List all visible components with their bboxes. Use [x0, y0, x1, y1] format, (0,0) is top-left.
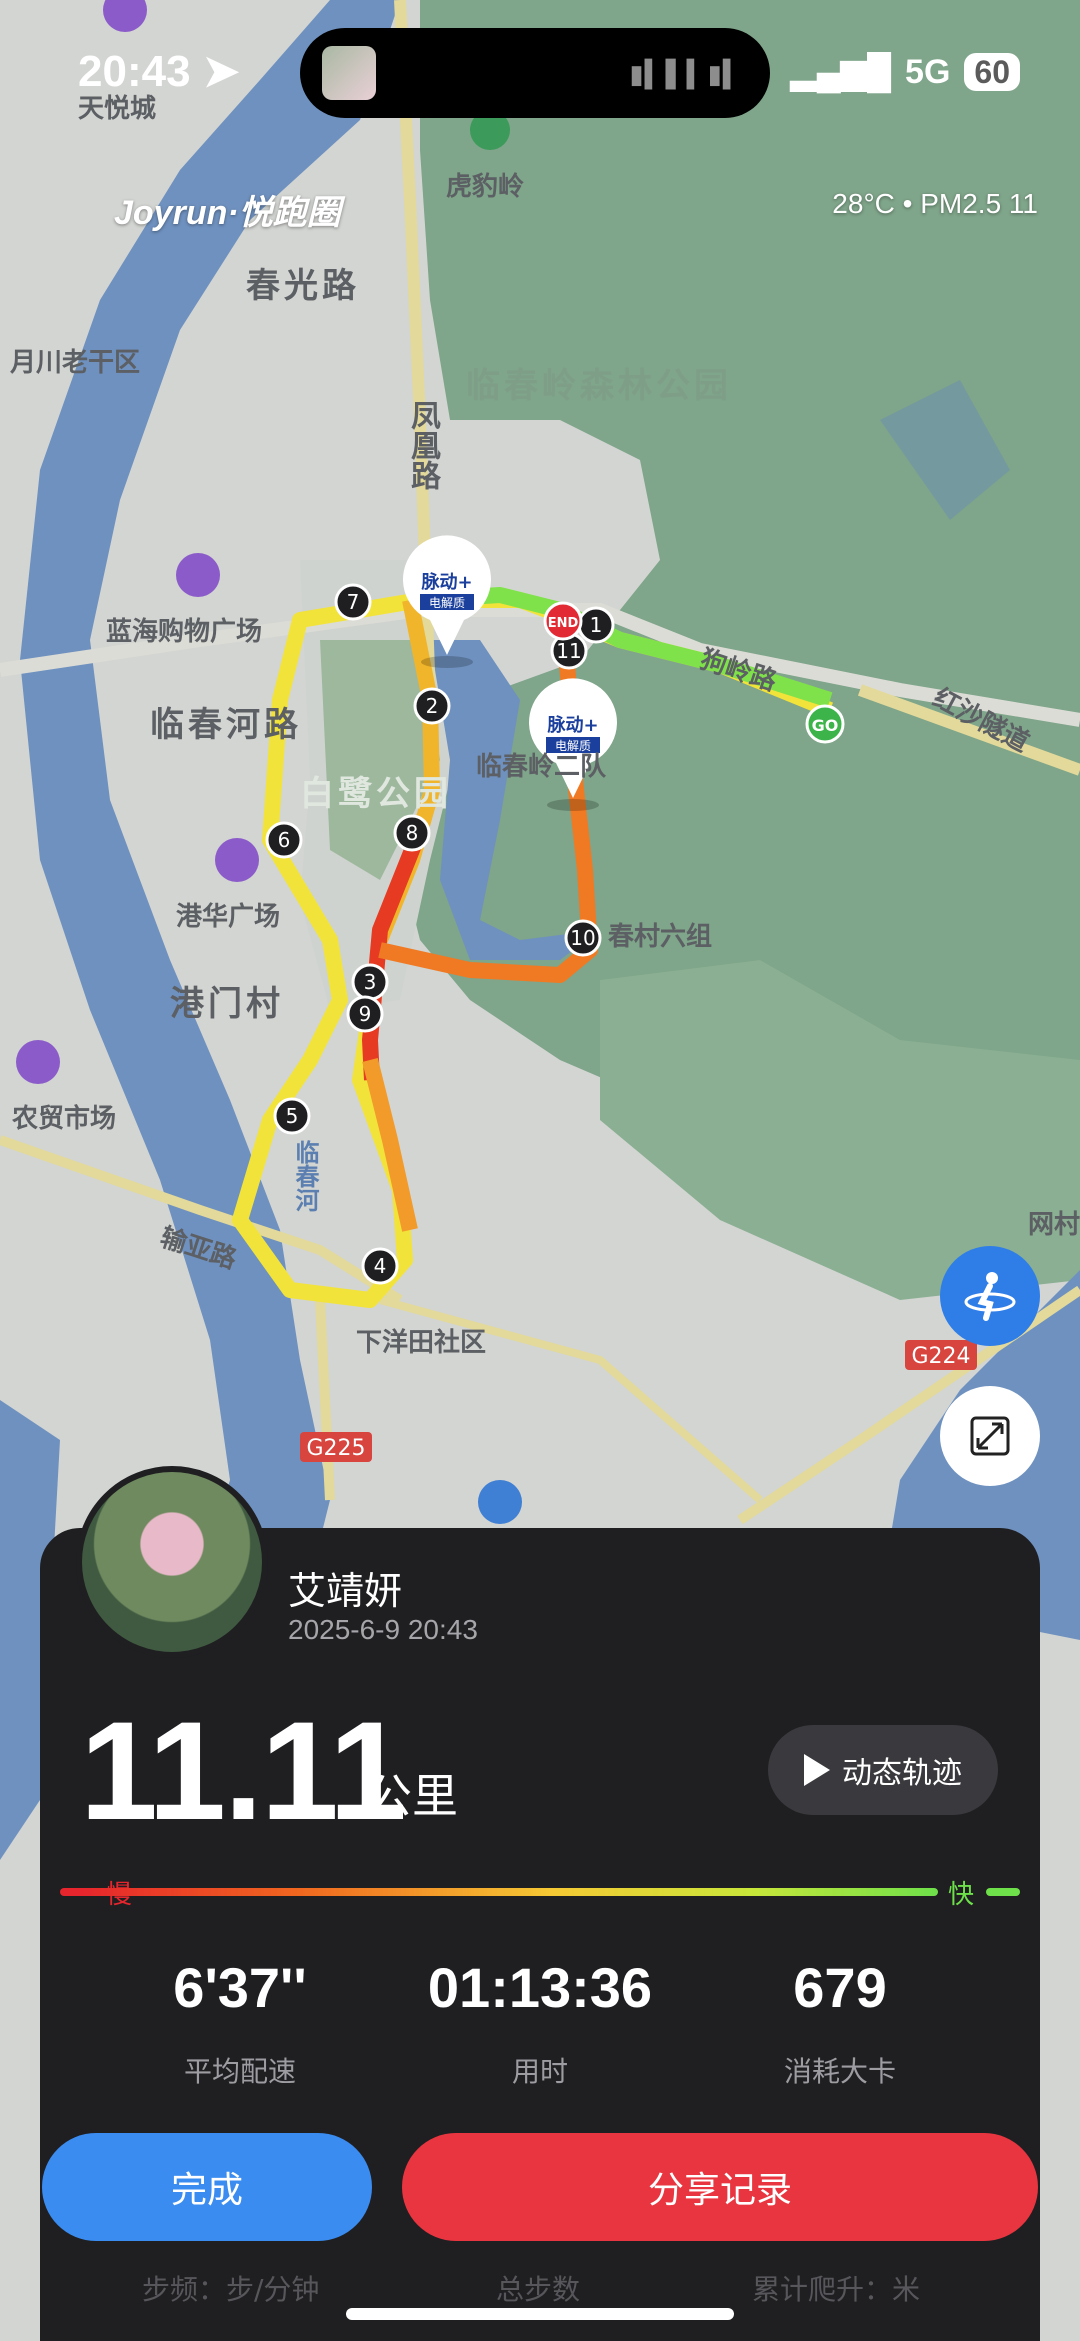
svg-text:11: 11 [556, 639, 581, 663]
km-marker-7: 7 [334, 583, 372, 621]
svg-text:8: 8 [406, 821, 419, 845]
battery-icon: 60 [964, 53, 1020, 91]
share-record-button[interactable]: 分享记录 [402, 2133, 1038, 2241]
stat-label: 平均配速 [183, 2055, 296, 2088]
map-label: 港门村 [170, 984, 284, 1024]
svg-text:1: 1 [590, 613, 603, 637]
km-marker-10: 10 [564, 919, 602, 957]
map-label: 月川老干区 [10, 348, 141, 378]
svg-text:2: 2 [426, 694, 439, 718]
km-marker-5: 5 [273, 1097, 311, 1135]
svg-text:5: 5 [286, 1104, 299, 1128]
runner-icon[interactable] [940, 1246, 1040, 1346]
km-marker-2: 2 [413, 687, 451, 725]
stat-duration: 01:13:36 用时 [390, 1955, 690, 2090]
end-marker: END [543, 601, 583, 641]
dynamic-island[interactable]: ▮▍▌▍▮▍ [300, 28, 770, 118]
svg-text:4: 4 [374, 1254, 387, 1278]
distance-unit: 公里 [366, 1769, 458, 1823]
status-right: ▂▄▆█ 5G 60 [791, 52, 1020, 92]
start-marker: GO [805, 704, 845, 744]
map-label: 临春岭森林公园 [466, 366, 732, 406]
stat-value: 679 [793, 1956, 887, 2019]
svg-text:3: 3 [364, 970, 377, 994]
user-name: 艾靖妍 [288, 1569, 403, 1613]
road-badge-g224: G224 [911, 1344, 970, 1369]
pace-legend-fast-line [986, 1888, 1020, 1896]
location-arrow-icon: ➤ [202, 47, 240, 96]
status-time: 20:43 ➤ [78, 47, 240, 96]
svg-text:GO: GO [812, 716, 839, 735]
stat-value: 6'37'' [173, 1956, 307, 2019]
map-label: 虎豹岭 [446, 172, 525, 202]
km-marker-6: 6 [265, 821, 303, 859]
map-label: 临春河路 [150, 705, 302, 745]
km-marker-1: 1 [577, 606, 615, 644]
weather-info: 28°C • PM2.5 11 [832, 188, 1038, 219]
road-badge-g225: G225 [306, 1436, 365, 1461]
stat-avg-pace: 6'37'' 平均配速 [90, 1955, 390, 2090]
network-type: 5G [905, 52, 951, 91]
stat-cadence-label: 步频：步/分钟 [142, 2273, 320, 2306]
svg-text:电解质: 电解质 [429, 596, 465, 610]
map-label: 临春河 [291, 1140, 319, 1212]
map-label: 春光路 [246, 266, 360, 306]
pace-legend-fast: 快 [948, 1880, 975, 1910]
audio-wave-icon: ▮▍▌▍▮▍ [629, 60, 744, 90]
signal-icon: ▂▄▆█ [790, 53, 892, 91]
now-playing-thumbnail [322, 46, 376, 100]
map-label: 白鹭公园 [300, 774, 452, 814]
svg-text:9: 9 [359, 1002, 372, 1026]
distance-value: 11.11 [80, 1692, 407, 1849]
km-marker-9: 9 [346, 995, 384, 1033]
stat-label: 用时 [511, 2055, 568, 2088]
stat-calories: 679 消耗大卡 [690, 1955, 990, 2090]
map-label: 港华广场 [176, 902, 281, 932]
brand-logo: Joyrun·悦跑圈 [114, 194, 341, 232]
replay-track-button[interactable]: 动态轨迹 [768, 1725, 998, 1815]
done-button[interactable]: 完成 [42, 2133, 372, 2241]
map-label: 春村六组 [608, 922, 713, 952]
stat-climb-label: 累计爬升：米 [752, 2273, 921, 2306]
avatar[interactable] [76, 1466, 268, 1658]
status-bar: 20:43 ➤ ▮▍▌▍▮▍ ▂▄▆█ 5G 60 [0, 0, 1080, 140]
stat-value: 01:13:36 [427, 1956, 653, 2019]
map-label: 下洋田社区 [356, 1328, 487, 1358]
svg-text:10: 10 [570, 926, 595, 950]
km-marker-8: 8 [393, 814, 431, 852]
expand-icon[interactable] [940, 1386, 1040, 1486]
map-label: 农贸市场 [12, 1104, 117, 1134]
svg-text:7: 7 [347, 590, 360, 614]
map-label: 蓝海购物广场 [106, 617, 263, 647]
play-icon [804, 1754, 830, 1786]
svg-text:脉动+: 脉动+ [546, 714, 598, 736]
km-marker-3: 3 [351, 963, 389, 1001]
stat-steps-label: 总步数 [496, 2273, 581, 2306]
replay-label: 动态轨迹 [842, 1756, 962, 1791]
svg-text:END: END [548, 616, 579, 631]
stat-label: 消耗大卡 [783, 2055, 896, 2088]
pace-gradient-bar [82, 1888, 938, 1896]
svg-text:脉动+: 脉动+ [420, 571, 472, 593]
svg-text:6: 6 [278, 828, 291, 852]
home-indicator[interactable] [346, 2308, 734, 2320]
run-date: 2025-6-9 20:43 [288, 1614, 478, 1645]
map-label: 凤凰路 [405, 400, 440, 490]
map-label: 网村 [1028, 1210, 1080, 1240]
km-marker-4: 4 [361, 1247, 399, 1285]
map-label: 临春岭二队 [476, 752, 607, 782]
